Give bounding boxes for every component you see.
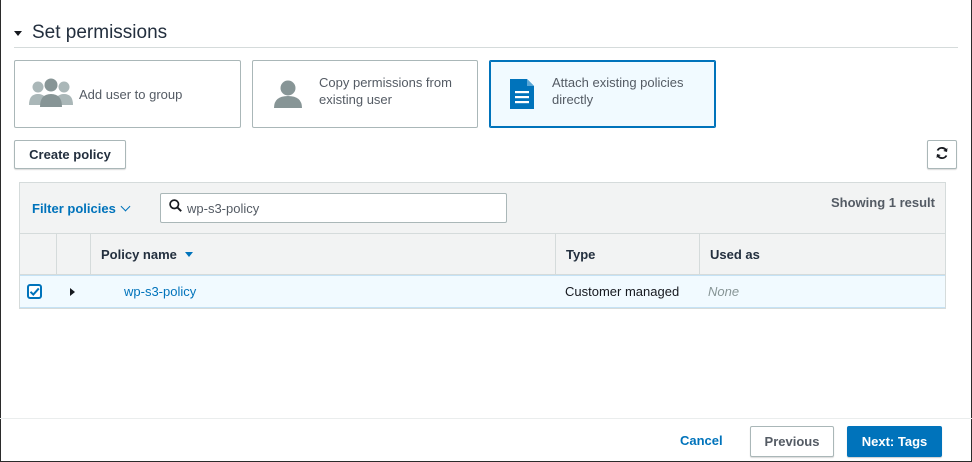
header-select-column [20, 234, 56, 275]
cancel-button[interactable]: Cancel [680, 433, 723, 448]
header-expand-column [56, 234, 90, 275]
header-label: Type [566, 247, 596, 262]
refresh-button[interactable] [927, 140, 957, 169]
next-tags-button[interactable]: Next: Tags [847, 426, 942, 457]
result-count: Showing 1 result [830, 195, 935, 210]
sort-caret-icon [184, 252, 193, 257]
create-policy-button[interactable]: Create policy [14, 140, 126, 169]
table-row[interactable]: wp-s3-policy Customer managed None [20, 275, 945, 308]
chevron-down-icon [120, 201, 131, 212]
header-used-as: Used as [699, 234, 945, 275]
section-divider [14, 47, 958, 48]
option-label: Copy permissions from existing user [319, 74, 452, 108]
option-attach-policies[interactable]: Attach existing policies directly [489, 60, 716, 128]
section-toggle[interactable]: Set permissions [14, 22, 167, 44]
search-icon [169, 199, 182, 217]
expand-caret-icon[interactable] [70, 288, 75, 296]
row-checkbox[interactable] [27, 284, 42, 299]
document-icon [508, 77, 536, 111]
table-header: Policy name Type Used as [20, 234, 945, 275]
option-copy-permissions[interactable]: Copy permissions from existing user [252, 60, 478, 128]
option-label-line: existing user [319, 92, 392, 107]
option-add-user-to-group[interactable]: Add user to group [14, 60, 241, 128]
user-group-icon [27, 77, 75, 111]
header-label: Policy name [101, 247, 177, 262]
caret-down-icon [14, 30, 22, 36]
option-label-line: directly [552, 92, 594, 107]
header-label: Used as [710, 247, 760, 262]
policies-table: Filter policies Showing 1 result Policy … [19, 182, 946, 309]
header-policy-name[interactable]: Policy name [90, 234, 555, 275]
previous-button[interactable]: Previous [750, 426, 834, 457]
filter-policies-dropdown[interactable]: Filter policies [32, 201, 131, 216]
refresh-icon [935, 146, 949, 163]
option-label: Add user to group [79, 86, 183, 102]
policy-name-link[interactable]: wp-s3-policy [124, 276, 196, 307]
search-input[interactable] [187, 200, 487, 216]
option-label-line: Copy permissions from [319, 75, 452, 90]
user-icon [273, 79, 303, 109]
filter-label: Filter policies [32, 201, 116, 216]
search-field[interactable] [160, 193, 507, 223]
option-label: Attach existing policies directly [552, 74, 684, 108]
checkmark-icon [29, 287, 40, 297]
footer-divider [0, 418, 972, 419]
policy-type: Customer managed [565, 284, 680, 299]
section-title: Set permissions [32, 22, 168, 43]
option-label-line: Attach existing policies [552, 75, 684, 90]
policy-used-as: None [708, 284, 740, 299]
filter-bar: Filter policies Showing 1 result [20, 183, 945, 234]
header-type: Type [555, 234, 699, 275]
